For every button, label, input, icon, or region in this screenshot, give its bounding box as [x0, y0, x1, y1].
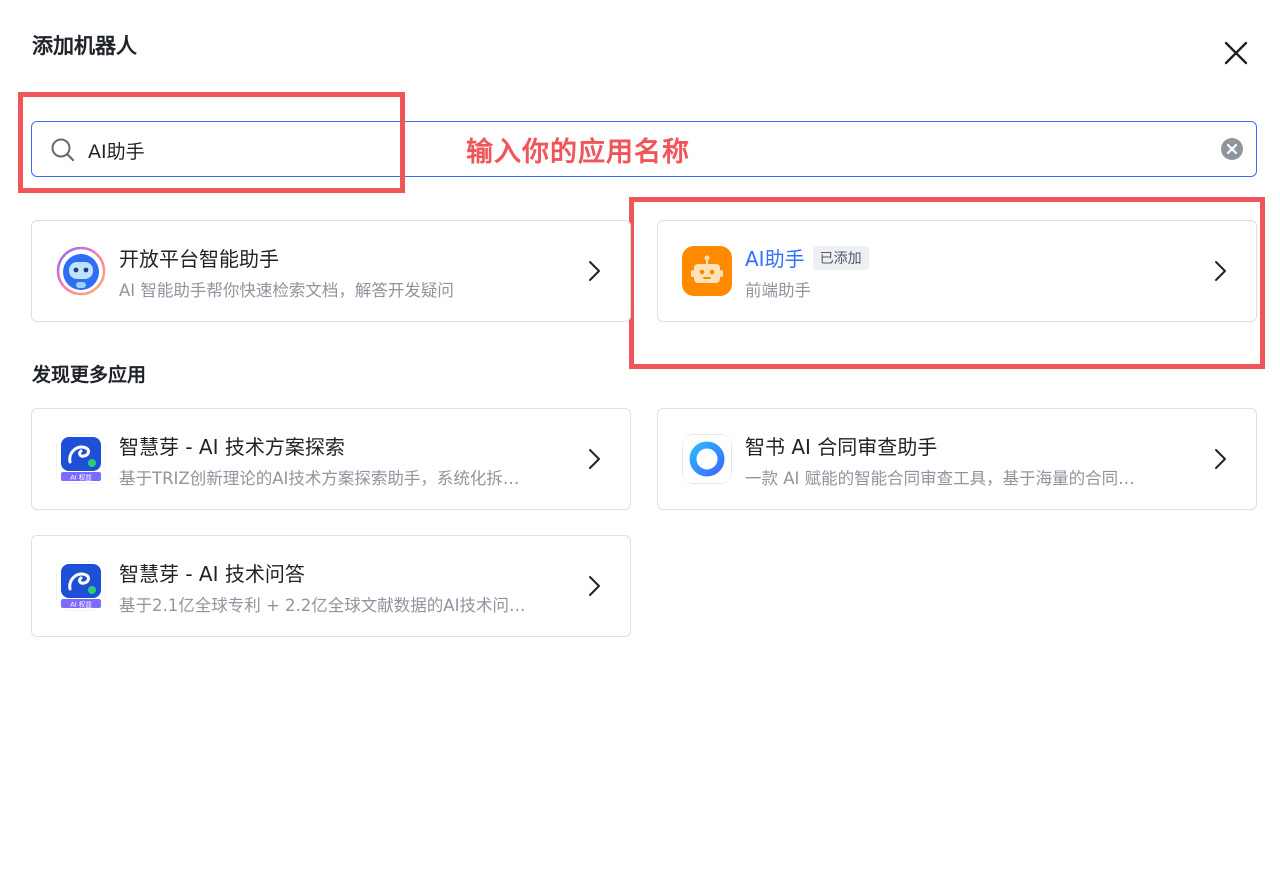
search-icon — [50, 137, 76, 163]
dialog-title: 添加机器人 — [32, 34, 137, 58]
app-description: 一款 AI 赋能的智能合同审查工具，基于海量的合同… — [745, 469, 1135, 488]
zhihuiya-logo: AI 权益 — [56, 434, 106, 484]
ring-logo — [682, 434, 732, 484]
blue-robot-avatar — [56, 246, 106, 296]
app-description: AI 智能助手帮你快速检索文档，解答开发疑问 — [119, 281, 454, 300]
chevron-right-icon — [1210, 259, 1230, 283]
chevron-right-icon — [1210, 447, 1230, 471]
app-name: 智书 AI 合同审查助手 — [745, 435, 938, 459]
app-name: 开放平台智能助手 — [119, 247, 279, 271]
app-description: 基于2.1亿全球专利 + 2.2亿全球文献数据的AI技术问… — [119, 596, 526, 615]
clear-circle-icon[interactable] — [1220, 137, 1244, 161]
app-name: AI助手 — [745, 247, 805, 271]
result-card-open-platform-assistant[interactable]: 开放平台智能助手 AI 智能助手帮你快速检索文档，解答开发疑问 — [31, 220, 631, 322]
annotation-text: 输入你的应用名称 — [466, 137, 690, 168]
app-card-zhishu-contract[interactable]: 智书 AI 合同审查助手 一款 AI 赋能的智能合同审查工具，基于海量的合同… — [657, 408, 1257, 510]
chevron-right-icon — [584, 259, 604, 283]
svg-text:AI 权益: AI 权益 — [70, 472, 92, 481]
app-card-zhihuiya-qa[interactable]: AI 权益 智慧芽 - AI 技术问答 基于2.1亿全球专利 + 2.2亿全球文… — [31, 535, 631, 637]
svg-text:AI 权益: AI 权益 — [70, 599, 92, 608]
section-title: 发现更多应用 — [32, 364, 147, 386]
chevron-right-icon — [584, 574, 604, 598]
added-badge: 已添加 — [812, 245, 869, 270]
app-name: 智慧芽 - AI 技术问答 — [119, 562, 305, 586]
orange-robot-avatar — [682, 246, 732, 296]
chevron-right-icon — [584, 447, 604, 471]
app-card-zhihuiya-solution[interactable]: AI 权益 智慧芽 - AI 技术方案探索 基于TRIZ创新理论的AI技术方案探… — [31, 408, 631, 510]
result-card-ai-assistant[interactable]: AI助手 已添加 前端助手 — [657, 220, 1257, 322]
close-icon[interactable] — [1220, 37, 1252, 69]
zhihuiya-logo: AI 权益 — [56, 561, 106, 611]
app-description: 基于TRIZ创新理论的AI技术方案探索助手，系统化拆… — [119, 469, 520, 488]
app-name: 智慧芽 - AI 技术方案探索 — [119, 435, 345, 459]
app-description: 前端助手 — [745, 281, 811, 300]
